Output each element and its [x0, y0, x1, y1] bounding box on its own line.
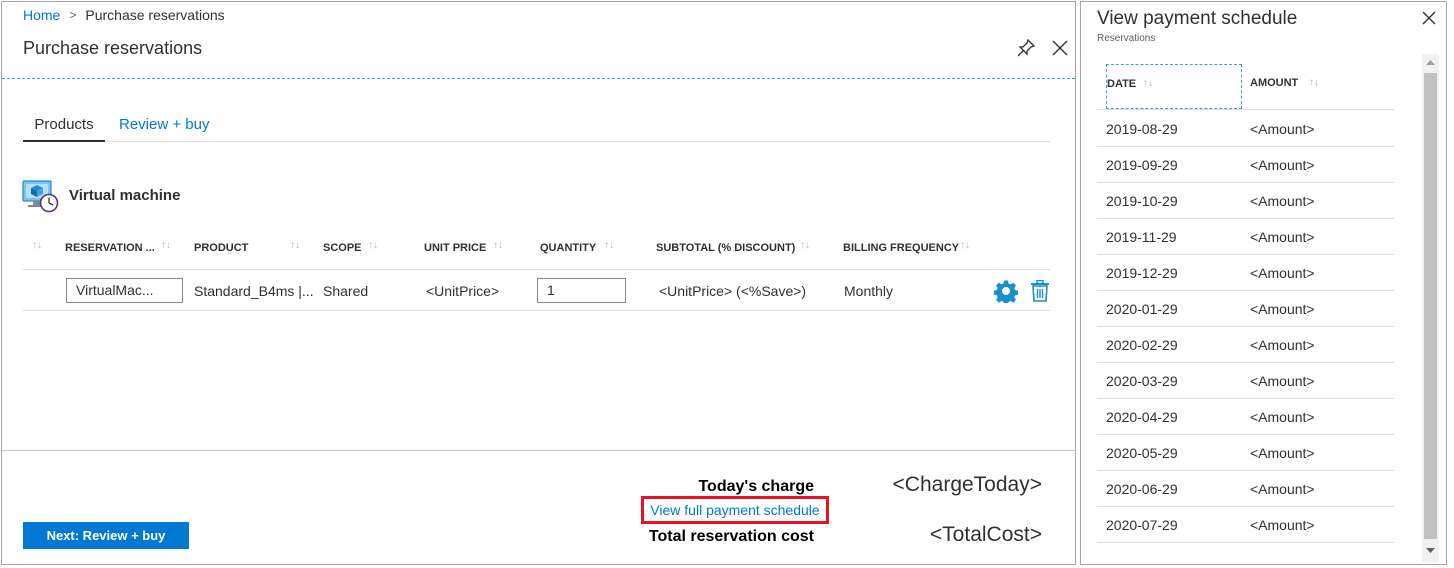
- date-cell: 2019-08-29: [1106, 121, 1178, 137]
- column-header-billing-frequency[interactable]: BILLING FREQUENCY: [843, 242, 959, 254]
- table-row: 2019-09-29 <Amount>: [1097, 147, 1394, 183]
- tab-strip: Products Review + buy: [23, 112, 1050, 142]
- sort-icon[interactable]: ↑↓: [800, 240, 810, 251]
- vertical-scrollbar[interactable]: [1422, 54, 1439, 562]
- breadcrumb-separator: >: [69, 8, 77, 22]
- date-cell: 2019-10-29: [1106, 193, 1178, 209]
- table-row: 2019-10-29 <Amount>: [1097, 183, 1394, 219]
- close-icon[interactable]: [1420, 9, 1438, 27]
- breadcrumb-home-link[interactable]: Home: [23, 7, 60, 23]
- amount-cell: <Amount>: [1250, 229, 1315, 245]
- tab-review-buy[interactable]: Review + buy: [119, 116, 209, 142]
- table-header: ↑↓ RESERVATION ... ↑↓ PRODUCT ↑↓ SCOPE ↑…: [23, 234, 1050, 270]
- scroll-up-arrow-icon[interactable]: [1422, 54, 1439, 71]
- close-icon[interactable]: [1050, 38, 1070, 58]
- subtotal-cell: <UnitPrice> (<%Save>): [659, 283, 807, 299]
- total-reservation-cost-label: Total reservation cost: [648, 528, 814, 545]
- sort-icon[interactable]: ↑↓: [368, 240, 378, 251]
- sort-icon[interactable]: ↑↓: [960, 240, 970, 251]
- schedule-table-header: DATE ↑↓ AMOUNT ↑↓: [1097, 64, 1394, 110]
- table-row: 2020-06-29 <Amount>: [1097, 471, 1394, 507]
- amount-cell: <Amount>: [1250, 517, 1315, 533]
- table-row: VirtualMac... Standard_B4ms |... Shared …: [23, 271, 1050, 311]
- todays-charge-value: <ChargeToday>: [892, 473, 1042, 496]
- amount-cell: <Amount>: [1250, 301, 1315, 317]
- gear-icon[interactable]: [994, 279, 1018, 303]
- view-full-payment-schedule-link[interactable]: View full payment schedule: [641, 496, 829, 524]
- scope-cell: Shared: [323, 283, 369, 299]
- table-row: 2019-11-29 <Amount>: [1097, 219, 1394, 255]
- virtual-machine-clock-icon: [22, 180, 59, 213]
- total-reservation-cost-value: <TotalCost>: [929, 523, 1042, 546]
- amount-cell: <Amount>: [1250, 409, 1315, 425]
- column-header-unit-price[interactable]: UNIT PRICE: [424, 242, 486, 254]
- column-header-quantity[interactable]: QUANTITY: [540, 242, 596, 254]
- payment-schedule-panel: View payment schedule Reservations DATE …: [1080, 1, 1447, 565]
- column-header-product[interactable]: PRODUCT: [194, 242, 248, 254]
- reservation-name-input[interactable]: VirtualMac...: [66, 278, 183, 303]
- tab-products[interactable]: Products: [23, 116, 105, 142]
- date-cell: 2020-06-29: [1106, 481, 1178, 497]
- sort-icon[interactable]: ↑↓: [604, 240, 614, 251]
- pin-icon[interactable]: [1016, 38, 1036, 58]
- date-cell: 2020-03-29: [1106, 373, 1178, 389]
- date-cell: 2020-04-29: [1106, 409, 1178, 425]
- amount-cell: <Amount>: [1250, 193, 1315, 209]
- amount-cell: <Amount>: [1250, 373, 1315, 389]
- sort-icon[interactable]: ↑↓: [1143, 78, 1153, 89]
- column-header-scope[interactable]: SCOPE: [323, 242, 362, 254]
- sort-icon[interactable]: ↑↓: [161, 240, 171, 251]
- table-row: 2019-12-29 <Amount>: [1097, 255, 1394, 291]
- table-row: 2020-07-29 <Amount>: [1097, 507, 1394, 543]
- table-row: 2020-01-29 <Amount>: [1097, 291, 1394, 327]
- date-cell: 2020-07-29: [1106, 517, 1178, 533]
- product-cell: Standard_B4ms |...: [194, 283, 314, 299]
- amount-column-header[interactable]: AMOUNT: [1250, 77, 1298, 89]
- date-cell: 2020-02-29: [1106, 337, 1178, 353]
- sort-icon[interactable]: ↑↓: [32, 240, 42, 251]
- breadcrumb: Home > Purchase reservations: [23, 7, 225, 23]
- footer-divider: [2, 450, 1075, 451]
- sort-icon[interactable]: ↑↓: [1309, 77, 1319, 88]
- amount-cell: <Amount>: [1250, 481, 1315, 497]
- date-cell: 2020-05-29: [1106, 445, 1178, 461]
- date-column-header[interactable]: DATE ↑↓: [1106, 64, 1242, 109]
- unit-price-cell: <UnitPrice>: [426, 283, 500, 299]
- scrollbar-thumb[interactable]: [1424, 73, 1437, 539]
- schedule-rows: 2019-08-29 <Amount> 2019-09-29 <Amount> 20…: [1097, 111, 1394, 543]
- panel-subtitle: Reservations: [1097, 33, 1156, 44]
- sort-icon[interactable]: ↑↓: [290, 240, 300, 251]
- column-header-subtotal[interactable]: SUBTOTAL (% DISCOUNT): [656, 242, 795, 254]
- date-cell: 2019-09-29: [1106, 157, 1178, 173]
- quantity-input[interactable]: 1: [537, 278, 626, 303]
- amount-cell: <Amount>: [1250, 445, 1315, 461]
- panel-title: View payment schedule: [1097, 8, 1298, 29]
- amount-cell: <Amount>: [1250, 121, 1315, 137]
- table-row: 2020-02-29 <Amount>: [1097, 327, 1394, 363]
- date-cell: 2019-12-29: [1106, 265, 1178, 281]
- table-row: 2020-04-29 <Amount>: [1097, 399, 1394, 435]
- amount-cell: <Amount>: [1250, 157, 1315, 173]
- breadcrumb-current: Purchase reservations: [85, 7, 225, 23]
- date-cell: 2019-11-29: [1106, 229, 1177, 245]
- table-row: 2019-08-29 <Amount>: [1097, 111, 1394, 147]
- table-row: 2020-05-29 <Amount>: [1097, 435, 1394, 471]
- focus-outline: [2, 78, 1075, 79]
- date-header-label: DATE: [1107, 78, 1137, 90]
- table-row: 2020-03-29 <Amount>: [1097, 363, 1394, 399]
- delete-icon[interactable]: [1030, 280, 1050, 302]
- next-review-buy-button[interactable]: Next: Review + buy: [23, 522, 189, 549]
- amount-cell: <Amount>: [1250, 337, 1315, 353]
- purchase-reservations-blade: Home > Purchase reservations Purchase re…: [1, 1, 1076, 565]
- page-title: Purchase reservations: [23, 38, 203, 58]
- amount-cell: <Amount>: [1250, 265, 1315, 281]
- section-title: Virtual machine: [69, 187, 181, 204]
- date-cell: 2020-01-29: [1106, 301, 1178, 317]
- sort-icon[interactable]: ↑↓: [493, 240, 503, 251]
- column-header-reservation[interactable]: RESERVATION ...: [65, 242, 155, 254]
- todays-charge-label: Today's charge: [698, 478, 814, 495]
- billing-frequency-cell: Monthly: [844, 283, 894, 299]
- scroll-down-arrow-icon[interactable]: [1422, 542, 1439, 559]
